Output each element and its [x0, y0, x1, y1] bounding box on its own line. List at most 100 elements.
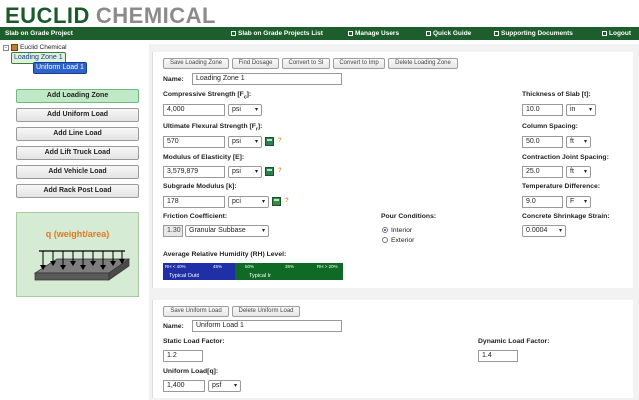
temperature-unit-select[interactable]: F ▾ — [566, 196, 591, 208]
nav-projects-list[interactable]: Slab on Grade Projects List — [231, 30, 323, 37]
add-vehicle-load-button[interactable]: Add Vehicle Load — [16, 165, 139, 179]
temperature-label: Temperature Difference: — [522, 183, 601, 190]
nav-label: Logout — [609, 30, 632, 37]
load-name-input[interactable]: Uniform Load 1 — [192, 320, 342, 332]
compressive-strength-label: Compressive Strength [Fc]: — [163, 91, 251, 100]
nav-quick-guide[interactable]: Quick Guide — [426, 30, 471, 37]
shrinkage-select[interactable]: 0.0004 ▾ — [522, 225, 566, 237]
tree-load[interactable]: Uniform Load 1 — [33, 61, 87, 74]
pour-conditions-label: Pour Conditions: — [381, 213, 437, 220]
add-uniform-load-button[interactable]: Add Uniform Load — [16, 108, 139, 122]
nav-icon — [494, 31, 499, 36]
label-end: ]: — [257, 123, 263, 130]
contraction-joint-input[interactable]: 25.0 — [522, 166, 563, 178]
pour-exterior-radio[interactable] — [382, 237, 388, 243]
nav-label: Slab on Grade Projects List — [238, 30, 323, 37]
rh-segment[interactable]: 45% — [199, 263, 235, 280]
contraction-unit-select[interactable]: ft ▾ — [566, 166, 591, 178]
load-diagram: q (weight/area) — [16, 212, 139, 297]
company-icon — [11, 44, 18, 51]
convert-to-imp-button[interactable]: Convert to Imp — [333, 58, 385, 69]
rh-segment[interactable]: RH > 20% — [307, 263, 343, 280]
brand-logo: EUCLID CHEMICAL — [5, 3, 216, 28]
info-icon[interactable]: ? — [278, 138, 282, 144]
dynamic-load-label: Dynamic Load Factor: — [478, 338, 550, 345]
flexural-strength-input[interactable]: 570 — [163, 136, 225, 148]
friction-value: 1.30 — [163, 225, 183, 237]
calculator-icon[interactable] — [265, 167, 274, 176]
delete-uniform-load-button[interactable]: Delete Uniform Load — [232, 306, 300, 317]
chevron-down-icon: ▾ — [261, 199, 265, 205]
map-icon[interactable] — [272, 197, 281, 206]
nav-supporting-documents[interactable]: Supporting Documents — [494, 30, 573, 37]
column-spacing-label: Column Spacing: — [522, 123, 578, 130]
uniform-load-unit-select[interactable]: psf ▾ — [208, 380, 241, 392]
info-icon[interactable]: ? — [278, 168, 282, 174]
nav-label: Manage Users — [355, 30, 400, 37]
select-value: pci — [232, 198, 241, 205]
thickness-unit-select[interactable]: in ▾ — [566, 104, 596, 116]
delete-loading-zone-button[interactable]: Delete Loading Zone — [388, 58, 458, 69]
friction-select[interactable]: Granular Subbase ▾ — [185, 225, 269, 237]
chevron-down-icon: ▾ — [583, 139, 587, 145]
label-text: Compressive Strength [F — [163, 91, 244, 98]
save-uniform-load-button[interactable]: Save Uniform Load — [163, 306, 229, 317]
subgrade-unit-select[interactable]: pci ▾ — [228, 196, 269, 208]
rh-segment[interactable]: 50% Typical Indoor — [235, 263, 283, 280]
top-nav-bar: Slab on Grade Project Slab on Grade Proj… — [0, 27, 639, 40]
tree-zone[interactable]: − Loading Zone 1 — [11, 51, 66, 64]
app-title: Slab on Grade Project — [5, 30, 73, 37]
nav-manage-users[interactable]: Manage Users — [348, 30, 399, 37]
rh-slider[interactable]: RH < 40% Typical Outdoor 45% 50% Typical I… — [163, 263, 343, 280]
modulus-input[interactable]: 3,579,879 — [163, 166, 225, 178]
temperature-input[interactable]: 9.0 — [522, 196, 563, 208]
chevron-down-icon: ▾ — [233, 383, 237, 389]
nav-label: Quick Guide — [433, 30, 472, 37]
column-unit-select[interactable]: ft ▾ — [566, 136, 591, 148]
pour-interior-radio[interactable] — [382, 227, 388, 233]
thickness-input[interactable]: 10.0 — [522, 104, 563, 116]
select-value: 0.0004 — [526, 227, 548, 234]
dynamic-load-input[interactable]: 1.4 — [478, 350, 518, 362]
static-load-input[interactable]: 1.2 — [163, 350, 203, 362]
chevron-down-icon: ▾ — [254, 139, 258, 145]
add-lift-truck-load-button[interactable]: Add Lift Truck Load — [16, 146, 139, 160]
rh-segment[interactable]: RH < 40% Typical Outdoor — [163, 263, 208, 280]
uniform-load-input[interactable]: 1,400 — [163, 380, 205, 392]
project-tree: − Euclid Chemical − Loading Zone 1 Unifo… — [3, 44, 143, 84]
save-loading-zone-button[interactable]: Save Loading Zone — [163, 58, 229, 69]
rh-segment-top: RH < 40% — [165, 264, 186, 269]
nav-icon — [348, 31, 353, 36]
calculator-icon[interactable] — [265, 137, 274, 146]
select-value: psi — [232, 168, 241, 175]
pour-exterior-label: Exterior — [391, 237, 415, 244]
zone-name-input[interactable]: Loading Zone 1 — [192, 73, 342, 85]
add-line-load-button[interactable]: Add Line Load — [16, 127, 139, 141]
column-spacing-input[interactable]: 50.0 — [522, 136, 563, 148]
compressive-strength-input[interactable]: 4,000 — [163, 104, 225, 116]
tree-root[interactable]: − Euclid Chemical — [3, 44, 67, 51]
nav-icon — [426, 31, 431, 36]
label-end: ]: — [246, 91, 252, 98]
chevron-down-icon: ▾ — [261, 228, 265, 234]
tree-load-label: Uniform Load 1 — [33, 61, 87, 74]
brand-word-2: CHEMICAL — [95, 3, 216, 28]
nav-icon — [602, 31, 607, 36]
contraction-joint-label: Contraction Joint Spacing: — [522, 154, 609, 161]
find-dosage-button[interactable]: Find Dosage — [232, 58, 279, 69]
chevron-down-icon: ▾ — [583, 169, 587, 175]
rh-segment[interactable]: 35% — [271, 263, 307, 280]
compressive-unit-select[interactable]: psi ▾ — [228, 104, 262, 116]
select-value: ft — [570, 168, 574, 175]
add-rack-post-load-button[interactable]: Add Rack Post Load — [16, 184, 139, 198]
nav-label: Supporting Documents — [501, 30, 573, 37]
flexural-unit-select[interactable]: psi ▾ — [228, 136, 262, 148]
collapse-icon[interactable]: − — [3, 44, 9, 51]
flexural-strength-label: Ultimate Flexural Strength [Fr]: — [163, 123, 262, 132]
add-loading-zone-button[interactable]: Add Loading Zone — [16, 89, 139, 103]
subgrade-input[interactable]: 178 — [163, 196, 225, 208]
info-icon[interactable]: ? — [285, 198, 289, 204]
modulus-unit-select[interactable]: psi ▾ — [228, 166, 262, 178]
nav-logout[interactable]: Logout — [602, 30, 631, 37]
convert-to-si-button[interactable]: Convert to SI — [282, 58, 330, 69]
